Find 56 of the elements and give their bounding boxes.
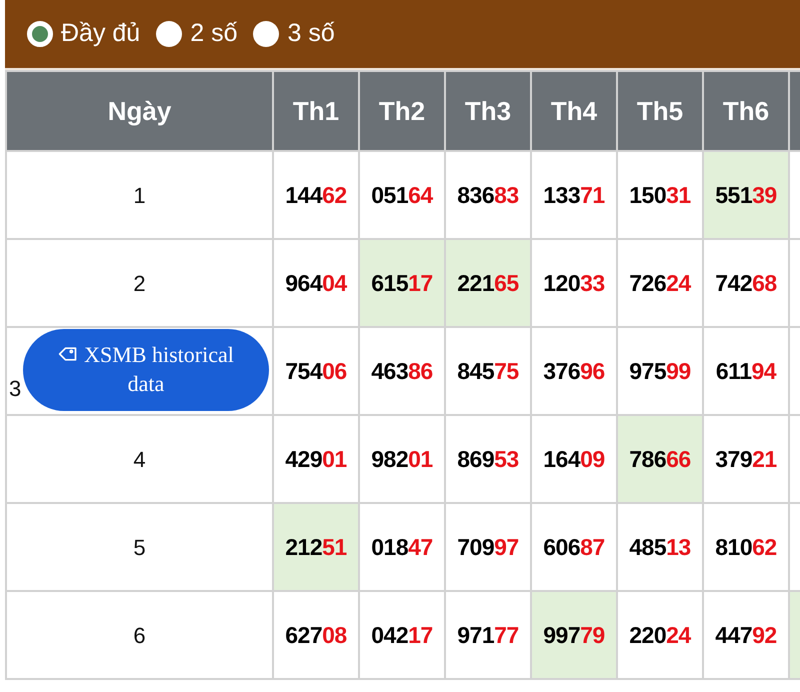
column-header: Th2	[359, 71, 445, 151]
number-cell: 81062	[715, 534, 777, 560]
column-header: Th4	[531, 71, 617, 151]
number-cell: 48513	[629, 534, 691, 560]
number-cell: 15031	[629, 182, 691, 208]
number-cell: 75406	[285, 358, 347, 384]
number-cell: 12033	[543, 270, 605, 296]
column-header: Ngày	[6, 71, 273, 151]
radio-button[interactable]	[156, 21, 182, 47]
number-cell: 42901	[285, 446, 347, 472]
number-cell: 37696	[543, 358, 605, 384]
number-cell: 22024	[629, 622, 691, 648]
table-cell: 4	[133, 446, 146, 472]
tag-button[interactable]: XSMB historical data	[23, 329, 269, 411]
number-cell: 13371	[543, 182, 605, 208]
number-cell: 44792	[715, 622, 777, 648]
number-cell: 16409	[543, 446, 605, 472]
number-cell: 99779	[543, 622, 605, 648]
number-cell: 22165	[457, 270, 519, 296]
number-cell: 83683	[457, 182, 519, 208]
number-cell: 05164	[371, 182, 433, 208]
number-cell: 70997	[457, 534, 519, 560]
number-cell: 97599	[629, 358, 691, 384]
number-cell: 97177	[457, 622, 519, 648]
number-cell: 55139	[715, 182, 777, 208]
radio-label[interactable]: 3 số	[287, 15, 335, 53]
column-header: Th6	[703, 71, 789, 151]
radio-button[interactable]	[27, 21, 53, 47]
number-cell: 60687	[543, 534, 605, 560]
column-header: Th3	[445, 71, 531, 151]
number-cell: 37921	[715, 446, 777, 472]
number-cell: 61517	[371, 270, 433, 296]
table-cell-text: 3	[9, 375, 22, 403]
number-cell: 62708	[285, 622, 347, 648]
number-cell: 46386	[371, 358, 433, 384]
number-cell: 21251	[285, 534, 347, 560]
number-cell: 04217	[371, 622, 433, 648]
number-cell: 86953	[457, 446, 519, 472]
number-cell: 84575	[457, 358, 519, 384]
number-cell: 74268	[715, 270, 777, 296]
number-cell: 01847	[371, 534, 433, 560]
radio-button[interactable]	[253, 21, 280, 47]
table-cell: 6	[133, 622, 146, 648]
number-cell: 61194	[716, 358, 776, 384]
radio-label[interactable]: 2 số	[190, 15, 238, 53]
column-header: Th1	[273, 71, 359, 151]
number-cell: 96404	[285, 270, 347, 296]
radio-label[interactable]: Đầy đủ	[61, 15, 140, 53]
number-cell: 72624	[629, 270, 691, 296]
column-header: Th5	[617, 71, 703, 151]
number-cell: 78666	[629, 446, 691, 472]
table-cell: 2	[133, 270, 146, 296]
table-cell: 1	[133, 182, 146, 208]
number-cell: 14462	[285, 182, 347, 208]
table-cell: 5	[133, 534, 146, 560]
number-cell: 98201	[371, 446, 433, 472]
